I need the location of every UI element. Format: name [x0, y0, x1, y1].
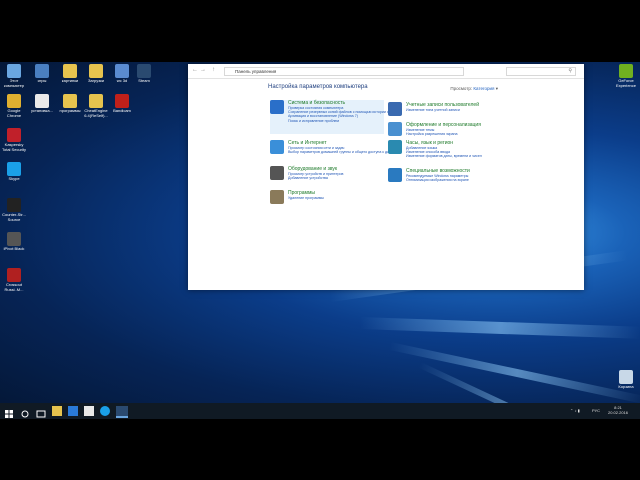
app-icon [63, 64, 77, 78]
file-explorer-icon[interactable] [52, 406, 62, 416]
desktop-icon-label: Загрузки [87, 78, 105, 83]
category-link[interactable]: Добавление устройства [288, 176, 328, 180]
app-icon [63, 94, 77, 108]
search-icon[interactable] [20, 406, 30, 418]
desktop-icon[interactable]: Bandicam [108, 94, 136, 114]
category-link[interactable]: Изменение типа учетной записи [406, 108, 460, 112]
category-icon [388, 102, 402, 116]
view-value[interactable]: Категория [473, 86, 494, 91]
app-icon [7, 232, 21, 246]
app-icon [115, 94, 129, 108]
address-bar: ← → ↑ Панель управления ⚲ [188, 64, 584, 79]
app-icon [7, 128, 21, 142]
clock-date: 20.02.2016 [608, 410, 629, 415]
desktop-icon-label: игры [37, 78, 47, 83]
app-icon [7, 94, 21, 108]
desktop-icon-label: Counter-Str... Source [2, 212, 26, 222]
app-icon [7, 268, 21, 282]
desktop-icon-label: iPivot Black [3, 246, 25, 251]
address-field[interactable]: Панель управления [224, 67, 464, 76]
category-link[interactable]: Выбор параметров домашней группы и общег… [288, 150, 398, 154]
view-selector[interactable]: Просмотр: Категория ▾ [450, 86, 498, 92]
app-icon [137, 64, 151, 78]
category-link[interactable]: Удаление программы [288, 196, 324, 200]
desktop-icon[interactable]: Skype [0, 162, 28, 182]
chevron-down-icon: ▾ [495, 86, 498, 91]
desktop-icon-label: GeForce Experience [615, 78, 636, 88]
app-icon [7, 64, 21, 78]
app-icon [7, 162, 21, 176]
desktop-icon-label: CheatEngine 6.4(ReSelf)... [84, 108, 108, 118]
category-link[interactable]: Поиск и исправление проблем [288, 119, 339, 123]
start-button[interactable] [4, 406, 14, 418]
windows-logo-icon [5, 410, 13, 418]
search-icon: ⚲ [568, 68, 572, 74]
desktop-icon[interactable]: картинки [56, 64, 84, 84]
taskbar: ⌃ ♪ ▮ РУС 8:21 20.02.2016 [0, 403, 640, 419]
category-link[interactable]: Настройка разрешения экрана [406, 132, 458, 136]
app-icon [89, 64, 103, 78]
desktop-icon[interactable]: игры [28, 64, 56, 84]
category-icon [270, 166, 284, 180]
desktop-icon[interactable]: установка... [28, 94, 56, 114]
desktop-icon[interactable]: Counter-Str... Source [0, 198, 28, 222]
desktop-icon[interactable]: iPivot Black [0, 232, 28, 252]
app-icon [89, 94, 103, 108]
desktop-icon[interactable]: Корзина [612, 370, 640, 390]
app-icon [115, 64, 129, 78]
category-icon [388, 122, 402, 136]
desktop-icon[interactable]: программы [56, 94, 84, 114]
forward-arrow-icon[interactable]: → [200, 67, 206, 73]
app-icon [619, 64, 633, 78]
edge-icon[interactable] [68, 406, 78, 416]
desktop-icon[interactable]: GeForce Experience [612, 64, 640, 88]
desktop-icon-label: Steam [138, 78, 150, 83]
clock[interactable]: 8:21 20.02.2016 [608, 405, 628, 415]
desktop-icon-label: Bandicam [113, 108, 131, 113]
app-icon [619, 370, 633, 384]
view-label: Просмотр: [450, 86, 473, 91]
desktop-icon[interactable]: CheatEngine 6.4(ReSelf)... [82, 94, 110, 118]
desktop-icon[interactable]: Загрузки [82, 64, 110, 84]
desktop-icon-label: Этот компьютер [3, 78, 25, 88]
control-panel-window: ← → ↑ Панель управления ⚲ Настройка пара… [188, 64, 584, 290]
tray-icons[interactable]: ⌃ ♪ ▮ [570, 408, 580, 413]
breadcrumb[interactable]: Панель управления [235, 69, 276, 74]
desktop-icon-label: Skype [8, 176, 20, 181]
category-icon [388, 168, 402, 182]
up-arrow-icon[interactable]: ↑ [212, 67, 215, 73]
desktop-icon-label: Crossout Russi..M... [4, 282, 24, 292]
desktop-icon-label: программы [59, 108, 81, 113]
category-link[interactable]: Изменение форматов даты, времени и чисел [406, 154, 482, 158]
desktop-icon[interactable]: Kaspersky Total Security [0, 128, 28, 152]
category-icon [270, 140, 284, 154]
task-view-icon[interactable] [36, 406, 46, 418]
desktop-icon[interactable]: Этот компьютер [0, 64, 28, 88]
desktop-icon-label: установка... [31, 108, 53, 113]
skype-icon[interactable] [100, 406, 110, 416]
category-0: Система и безопасность Проверка состояния… [270, 100, 400, 134]
store-icon[interactable] [84, 406, 94, 416]
control-panel-taskbar-icon[interactable] [116, 406, 128, 418]
category-icon [388, 140, 402, 154]
app-icon [7, 198, 21, 212]
app-icon [35, 94, 49, 108]
category-icon [270, 100, 284, 114]
app-icon [35, 64, 49, 78]
desktop-icon[interactable]: Steam [130, 64, 158, 84]
category-link[interactable]: Оптимизация изображения на экране [406, 178, 469, 182]
desktop-icon-label: картинки [61, 78, 79, 83]
desktop-icon-label: Корзина [618, 384, 634, 389]
language-indicator[interactable]: РУС [592, 408, 600, 413]
desktop-icon[interactable]: Crossout Russi..M... [0, 268, 28, 292]
search-input[interactable]: ⚲ [506, 67, 576, 76]
desktop-icon-label: Kaspersky Total Security [1, 142, 26, 152]
page-title: Настройка параметров компьютера [268, 84, 368, 90]
category-icon [270, 190, 284, 204]
desktop-icon[interactable]: Google Chrome [0, 94, 28, 118]
desktop-icon-label: Google Chrome [6, 108, 22, 118]
back-arrow-icon[interactable]: ← [192, 67, 198, 73]
